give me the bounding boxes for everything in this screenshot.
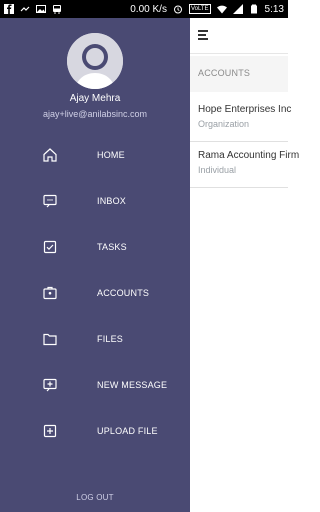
avatar	[67, 33, 123, 89]
nav-label-files: FILES	[97, 334, 124, 344]
bus-icon	[52, 4, 62, 14]
nav-item-inbox[interactable]: INBOX	[0, 181, 190, 221]
alarm-icon	[173, 4, 183, 14]
section-header-accounts: ACCOUNTS	[190, 56, 288, 92]
account-type: Organization	[198, 119, 250, 129]
app-bar	[190, 18, 288, 54]
navigation-drawer: Ajay Mehra ajay+live@anilabsinc.com HOME…	[0, 18, 190, 512]
nav-label-home: HOME	[97, 150, 125, 160]
wifi-icon	[216, 4, 227, 14]
nav-item-tasks[interactable]: TASKS	[0, 227, 190, 267]
account-list-item[interactable]: Hope Enterprises Inc Organization	[190, 96, 292, 142]
nav-item-new-message[interactable]: NEW MESSAGE	[0, 365, 190, 405]
status-right: 0.00 K/s VoLTE 5:13	[130, 4, 284, 15]
account-name: Rama Accounting Firm	[198, 150, 300, 161]
account-list-item[interactable]: Rama Accounting Firm Individual	[190, 142, 300, 188]
signal-icon	[232, 4, 243, 14]
upload-file-icon	[42, 423, 58, 439]
folder-icon	[42, 331, 58, 347]
account-type: Individual	[198, 165, 237, 175]
network-speed: 0.00 K/s	[130, 3, 167, 15]
nav-label-inbox: INBOX	[97, 196, 127, 206]
tasks-icon	[42, 239, 58, 255]
nav-label-new-message: NEW MESSAGE	[97, 380, 168, 390]
nav-label-accounts: ACCOUNTS	[97, 288, 150, 298]
status-bar: 0.00 K/s VoLTE 5:13	[0, 0, 288, 18]
accounts-icon	[42, 285, 58, 301]
volte-icon: VoLTE	[188, 4, 211, 14]
user-email: ajay+live@anilabsinc.com	[43, 109, 147, 119]
menu-icon[interactable]	[198, 30, 210, 40]
account-name: Hope Enterprises Inc	[198, 104, 292, 115]
image-icon	[36, 4, 46, 14]
facebook-icon	[4, 4, 14, 14]
home-icon	[42, 147, 58, 163]
new-message-icon	[42, 377, 58, 393]
link-icon	[20, 4, 30, 14]
nav-label-upload-file: UPLOAD FILE	[97, 426, 158, 436]
nav-item-accounts[interactable]: ACCOUNTS	[0, 273, 190, 313]
user-name: Ajay Mehra	[69, 93, 121, 104]
user-avatar-icon	[67, 33, 123, 89]
inbox-icon	[42, 193, 58, 209]
nav-label-tasks: TASKS	[97, 242, 127, 252]
clock: 5:13	[264, 3, 284, 15]
battery-icon	[249, 4, 259, 14]
status-left	[4, 4, 62, 14]
nav-item-home[interactable]: HOME	[0, 135, 190, 175]
logout-button[interactable]: LOG OUT	[0, 493, 190, 502]
nav-item-files[interactable]: FILES	[0, 319, 190, 359]
nav-item-upload-file[interactable]: UPLOAD FILE	[0, 411, 190, 451]
